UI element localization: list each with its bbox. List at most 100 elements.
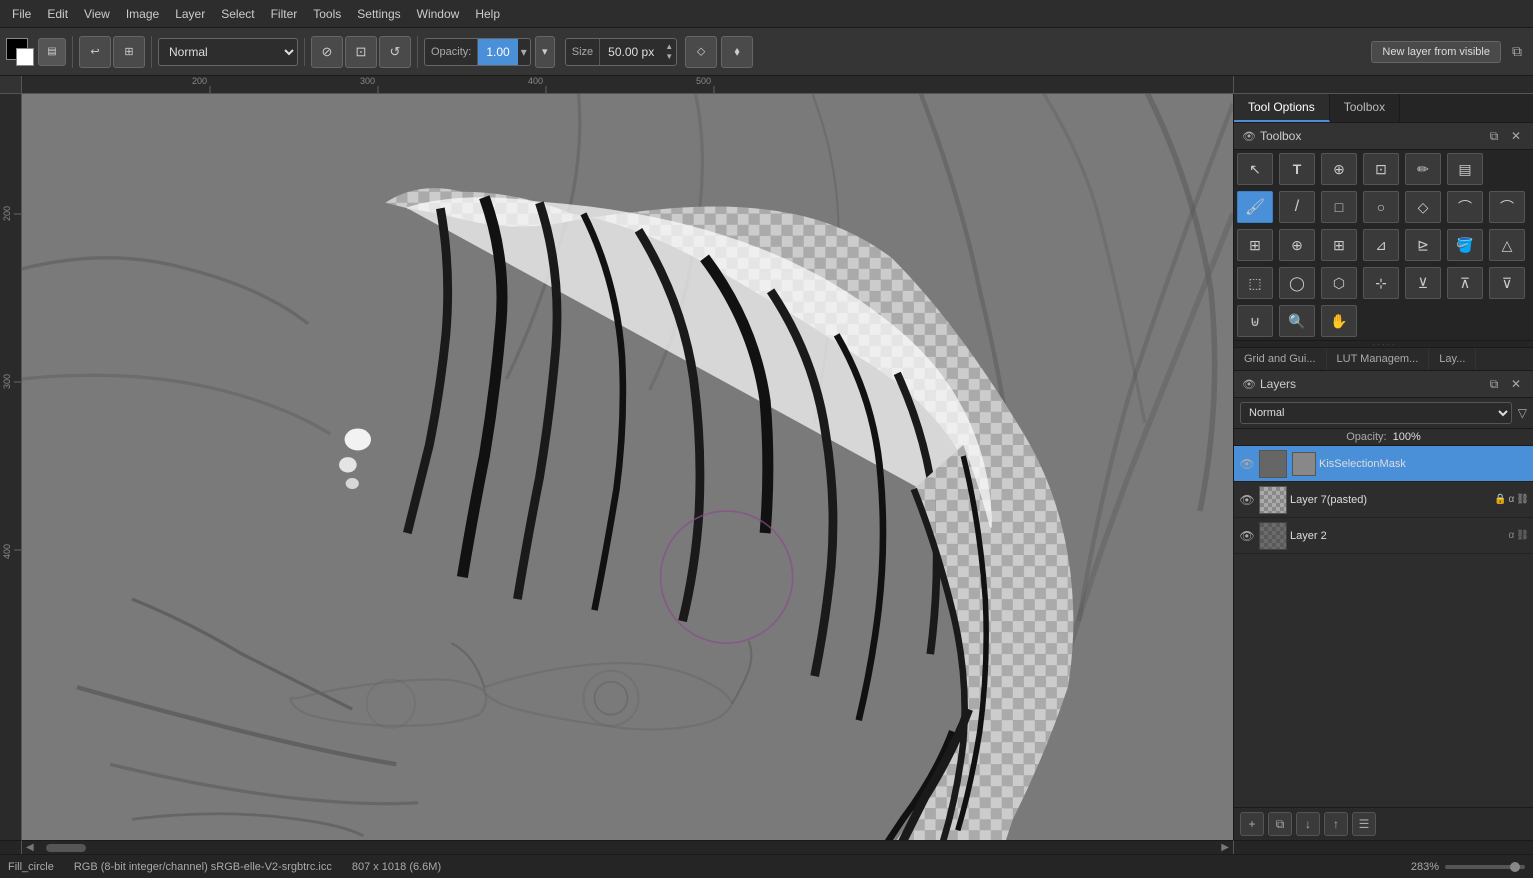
menu-select[interactable]: Select: [213, 5, 262, 23]
layer-alpha-icon-1: α: [1509, 494, 1515, 505]
layer-item-1[interactable]: 👁 Layer 7(pasted) 🔒 α ⛓: [1234, 482, 1533, 518]
menu-tools[interactable]: Tools: [305, 5, 349, 23]
layer-item-0[interactable]: 👁 KisSelectionMask ⚙: [1234, 446, 1533, 482]
layers-short-tab[interactable]: Lay...: [1429, 348, 1476, 370]
tool-contiguous-sel[interactable]: ⊻: [1405, 267, 1441, 299]
tool-poly-sel[interactable]: ⬡: [1321, 267, 1357, 299]
pattern-swatch[interactable]: ▤: [38, 38, 66, 66]
tool-options-btn[interactable]: ⊞: [113, 36, 145, 68]
tool-bezier[interactable]: ⌒: [1489, 191, 1525, 223]
tool-path[interactable]: ⌒: [1447, 191, 1483, 223]
horizontal-scrollbar[interactable]: ◀ ▶: [22, 840, 1233, 854]
move-layer-down-btn[interactable]: ↓: [1296, 812, 1320, 836]
menu-view[interactable]: View: [76, 5, 118, 23]
layer-menu-btn[interactable]: ☰: [1352, 812, 1376, 836]
tool-fill-bucket[interactable]: 🪣: [1447, 229, 1483, 261]
blend-mode-select[interactable]: Normal: [158, 38, 298, 66]
tool-fill-rect[interactable]: ▤: [1447, 153, 1483, 185]
menu-edit[interactable]: Edit: [39, 5, 76, 23]
scroll-right-arrow[interactable]: ▶: [1219, 842, 1231, 853]
tool-perspective[interactable]: ⊵: [1405, 229, 1441, 261]
layer-eye-1[interactable]: 👁: [1238, 491, 1256, 509]
menu-file[interactable]: File: [4, 5, 39, 23]
zoom-slider[interactable]: [1445, 865, 1525, 869]
tool-multiselect[interactable]: ⊕: [1321, 153, 1357, 185]
fill-btn[interactable]: ⊡: [345, 36, 377, 68]
color-swatch-area[interactable]: [4, 36, 36, 68]
layers-panel-header: 👁 Layers ⧉ ✕: [1234, 371, 1533, 398]
tool-arrow[interactable]: ↖: [1237, 153, 1273, 185]
toolbox-close-btn[interactable]: ✕: [1507, 127, 1525, 145]
menu-settings[interactable]: Settings: [349, 5, 408, 23]
opacity-arrow-down[interactable]: ▾: [518, 39, 530, 65]
tool-freehand[interactable]: ✏: [1405, 153, 1441, 185]
toolbox-controls: ⧉ ✕: [1485, 127, 1525, 145]
brush-orient-btn2[interactable]: ⬧: [721, 36, 753, 68]
tool-freehand-sel[interactable]: ⊹: [1363, 267, 1399, 299]
toolbox-title-text: Toolbox: [1260, 129, 1301, 143]
new-layer-from-visible-btn[interactable]: New layer from visible: [1371, 41, 1501, 63]
tool-pan[interactable]: ✋: [1321, 305, 1357, 337]
size-arrows[interactable]: ▲ ▼: [662, 42, 676, 62]
toolbox-tab[interactable]: Toolbox: [1330, 94, 1400, 122]
opacity-value[interactable]: 1.00: [478, 39, 517, 65]
tool-options-tab[interactable]: Tool Options: [1234, 94, 1330, 122]
window-restore-btn[interactable]: ⧉: [1505, 40, 1529, 64]
layers-blend-select[interactable]: Normal: [1240, 402, 1512, 424]
tool-shear[interactable]: ⊿: [1363, 229, 1399, 261]
move-layer-up-btn[interactable]: ↑: [1324, 812, 1348, 836]
tool-transform[interactable]: ⊞: [1237, 229, 1273, 261]
erase-btn[interactable]: ⊘: [311, 36, 343, 68]
layer-eye-2[interactable]: 👁: [1238, 527, 1256, 545]
tool-similar-sel[interactable]: ⊼: [1447, 267, 1483, 299]
layers-float-btn[interactable]: ⧉: [1485, 375, 1503, 393]
size-value[interactable]: 50.00 px: [600, 45, 662, 59]
tool-text[interactable]: T: [1279, 153, 1315, 185]
tool-rect[interactable]: □: [1321, 191, 1357, 223]
layer-eye-0[interactable]: 👁: [1238, 455, 1256, 473]
menu-help[interactable]: Help: [467, 5, 508, 23]
scroll-left-arrow[interactable]: ◀: [24, 842, 36, 853]
reset-btn[interactable]: ↺: [379, 36, 411, 68]
layer-item-2[interactable]: 👁 Layer 2 α ⛓: [1234, 518, 1533, 554]
layers-opacity-value[interactable]: 100%: [1393, 431, 1421, 443]
tool-cage[interactable]: ⊞: [1321, 229, 1357, 261]
layer-options-icon-0[interactable]: ⚙: [1516, 455, 1529, 472]
scrollbar-thumb-h[interactable]: [46, 844, 86, 852]
blend-mode-section: Normal: [158, 38, 305, 66]
tool-warp[interactable]: ⊕: [1279, 229, 1315, 261]
copy-layer-btn[interactable]: ⧉: [1268, 812, 1292, 836]
toolbox-row4: ⬚ ◯ ⬡ ⊹ ⊻ ⊼ ⊽: [1234, 264, 1533, 302]
ruler-horizontal: 200 300 400 500: [22, 76, 1233, 94]
tool-paintbrush[interactable]: 🖌: [1237, 191, 1273, 223]
tool-gradient2[interactable]: △: [1489, 229, 1525, 261]
add-layer-btn[interactable]: +: [1240, 812, 1264, 836]
layer-thumb-secondary-0: [1292, 452, 1316, 476]
zoom-thumb[interactable]: [1510, 862, 1520, 872]
tool-zoom[interactable]: 🔍: [1279, 305, 1315, 337]
tool-line[interactable]: /: [1279, 191, 1315, 223]
tool-crop[interactable]: ⊡: [1363, 153, 1399, 185]
tool-polygon[interactable]: ◇: [1405, 191, 1441, 223]
brush-orient-btn1[interactable]: ⬦: [685, 36, 717, 68]
menu-filter[interactable]: Filter: [263, 5, 306, 23]
opacity-lock-btn[interactable]: ▾: [535, 36, 555, 68]
size-label: Size: [566, 39, 600, 65]
panel-divider[interactable]: · · · · ·: [1234, 340, 1533, 348]
tool-colorpicker[interactable]: ⊎: [1237, 305, 1273, 337]
layers-opacity-label: Opacity:: [1346, 431, 1386, 443]
menu-image[interactable]: Image: [118, 5, 167, 23]
lut-management-tab[interactable]: LUT Managem...: [1327, 348, 1430, 370]
grid-guides-tab[interactable]: Grid and Gui...: [1234, 348, 1327, 370]
layers-close-btn[interactable]: ✕: [1507, 375, 1525, 393]
canvas-area[interactable]: [22, 94, 1233, 840]
tool-magnetic-sel[interactable]: ⊽: [1489, 267, 1525, 299]
menu-window[interactable]: Window: [409, 5, 468, 23]
toolbox-float-btn[interactable]: ⧉: [1485, 127, 1503, 145]
tool-preset-btn[interactable]: ↩: [79, 36, 111, 68]
tool-ellipse-sel[interactable]: ◯: [1279, 267, 1315, 299]
tool-rect-sel[interactable]: ⬚: [1237, 267, 1273, 299]
tool-ellipse[interactable]: ○: [1363, 191, 1399, 223]
menu-layer[interactable]: Layer: [167, 5, 213, 23]
background-color[interactable]: [16, 48, 34, 66]
